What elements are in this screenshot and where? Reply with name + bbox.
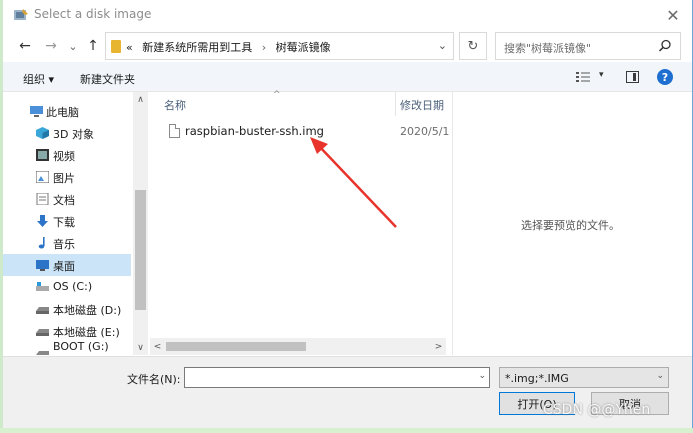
sidebar-item-label: 此电脑 xyxy=(46,106,79,119)
nav-pane-scrollbar[interactable]: ∧ ∨ xyxy=(133,92,148,355)
navigation-pane: 此电脑 3D 对象 视频 图片 文档 下载 音乐 桌面 OS (C:) 本地磁盘… xyxy=(3,92,148,355)
address-bar[interactable]: « 新建系统所需用到工具 › 树莓派镜像 ⌄ xyxy=(105,32,454,60)
recent-locations-chevron-icon[interactable]: ⌄ xyxy=(63,36,83,56)
sidebar-item-video[interactable]: 视频 xyxy=(3,144,131,166)
breadcrumb-item-tools[interactable]: 新建系统所需用到工具 xyxy=(142,41,252,54)
sidebar-item-os-c[interactable]: OS (C:) xyxy=(3,276,131,298)
sidebar-item-boot-g[interactable]: BOOT (G:) xyxy=(3,342,131,355)
breadcrumb: « 新建系统所需用到工具 › 树莓派镜像 xyxy=(126,39,331,55)
close-icon[interactable]: ✕ xyxy=(662,4,684,26)
computer-icon xyxy=(30,106,43,117)
sidebar-item-pictures[interactable]: 图片 xyxy=(3,166,131,188)
preview-pane: 选择要预览的文件。 xyxy=(452,92,692,355)
filename-label: 文件名(N): xyxy=(127,373,181,386)
sidebar-item-label: BOOT (G:) xyxy=(53,342,109,353)
sidebar-item-label: 桌面 xyxy=(53,260,75,273)
desktop-icon xyxy=(36,260,49,271)
navigation-bar: ← → ⌄ ↑ « 新建系统所需用到工具 › 树莓派镜像 ⌄ ↻ 搜索"树莓派镜… xyxy=(3,30,692,62)
address-chevron-down-icon[interactable]: ⌄ xyxy=(438,39,447,52)
sidebar-item-music[interactable]: 音乐 xyxy=(3,232,131,254)
sidebar-item-3d-objects[interactable]: 3D 对象 xyxy=(3,122,131,144)
3d-objects-icon xyxy=(36,127,49,139)
sort-ascending-icon: ^ xyxy=(273,90,281,100)
filename-dropdown-icon[interactable]: ⌄ xyxy=(478,371,486,381)
file-date: 2020/5/1 xyxy=(400,125,450,138)
back-arrow-icon[interactable]: ← xyxy=(15,36,35,56)
organize-menu-button[interactable]: 组织 ▾ xyxy=(23,71,54,87)
sidebar-item-label: 3D 对象 xyxy=(53,128,94,141)
folder-icon xyxy=(111,40,121,53)
sidebar-item-label: 文档 xyxy=(53,194,75,207)
refresh-button[interactable]: ↻ xyxy=(459,32,487,60)
sidebar-item-this-pc[interactable]: 此电脑 xyxy=(3,100,131,122)
scrollbar-thumb[interactable] xyxy=(166,342,306,351)
file-icon xyxy=(169,124,180,138)
download-icon xyxy=(37,215,48,227)
sidebar-item-downloads[interactable]: 下载 xyxy=(3,210,131,232)
music-icon xyxy=(38,237,45,249)
window-title: Select a disk image xyxy=(34,7,152,21)
column-divider[interactable] xyxy=(395,92,396,116)
sidebar-item-label: 本地磁盘 (E:) xyxy=(53,326,120,339)
breadcrumb-separator: › xyxy=(261,41,267,54)
search-icon[interactable] xyxy=(658,39,672,53)
view-details-icon[interactable] xyxy=(576,71,590,83)
filename-input[interactable]: ⌄ xyxy=(184,367,490,388)
command-toolbar: 组织 ▾ 新建文件夹 ▾ ? xyxy=(3,62,692,92)
file-type-dropdown-icon[interactable]: ⌄ xyxy=(656,371,664,381)
sidebar-item-label: 视频 xyxy=(53,150,75,163)
title-bar: Select a disk image ✕ xyxy=(3,0,692,30)
column-header-name[interactable]: 名称 xyxy=(164,97,186,113)
drive-icon xyxy=(36,307,49,314)
documents-icon xyxy=(36,193,49,205)
sidebar-item-drive-e[interactable]: 本地磁盘 (E:) xyxy=(3,320,131,342)
sidebar-item-desktop[interactable]: 桌面 xyxy=(3,254,131,276)
video-icon xyxy=(36,149,49,161)
breadcrumb-overflow[interactable]: « xyxy=(126,41,133,54)
sidebar-item-label: 音乐 xyxy=(53,238,75,251)
annotation-arrow-icon xyxy=(310,137,397,228)
file-type-value: *.img;*.IMG xyxy=(505,372,569,385)
search-input[interactable]: 搜索"树莓派镜像" xyxy=(495,32,681,60)
sidebar-item-drive-d[interactable]: 本地磁盘 (D:) xyxy=(3,298,131,320)
view-options-dropdown-icon[interactable]: ▾ xyxy=(599,70,604,80)
file-list-horizontal-scrollbar[interactable]: < > xyxy=(150,338,446,355)
column-header-date[interactable]: 修改日期 xyxy=(400,97,444,113)
background-strip-bottom xyxy=(0,428,693,433)
help-icon[interactable]: ? xyxy=(657,69,673,85)
preview-pane-icon[interactable] xyxy=(626,71,639,83)
new-folder-button[interactable]: 新建文件夹 xyxy=(80,71,135,87)
scroll-down-icon[interactable]: ∨ xyxy=(133,340,148,355)
os-drive-icon xyxy=(36,282,49,291)
up-arrow-icon[interactable]: ↑ xyxy=(83,36,103,56)
scrollbar-thumb[interactable] xyxy=(135,190,146,310)
breadcrumb-item-raspberry[interactable]: 树莓派镜像 xyxy=(276,41,331,54)
pictures-icon xyxy=(36,171,49,183)
file-type-select[interactable]: *.img;*.IMG ⌄ xyxy=(499,367,669,388)
forward-arrow-icon[interactable]: → xyxy=(41,36,61,56)
column-header-row: 名称 ^ 修改日期 xyxy=(150,90,451,116)
sidebar-item-label: 本地磁盘 (D:) xyxy=(53,304,122,317)
watermark-text: CSDN @@Yhen xyxy=(543,402,651,418)
sidebar-item-label: OS (C:) xyxy=(53,280,93,293)
disk-image-app-icon xyxy=(14,9,28,20)
search-placeholder: 搜索"树莓派镜像" xyxy=(504,42,592,55)
scroll-left-icon[interactable]: < xyxy=(150,339,165,354)
sidebar-item-label: 图片 xyxy=(53,172,75,185)
scroll-right-icon[interactable]: > xyxy=(431,339,446,354)
preview-message: 选择要预览的文件。 xyxy=(521,219,620,232)
sidebar-item-documents[interactable]: 文档 xyxy=(3,188,131,210)
drive-icon xyxy=(36,351,49,355)
drive-icon xyxy=(36,329,49,336)
scroll-up-icon[interactable]: ∧ xyxy=(133,92,148,107)
sidebar-item-label: 下载 xyxy=(53,216,75,229)
